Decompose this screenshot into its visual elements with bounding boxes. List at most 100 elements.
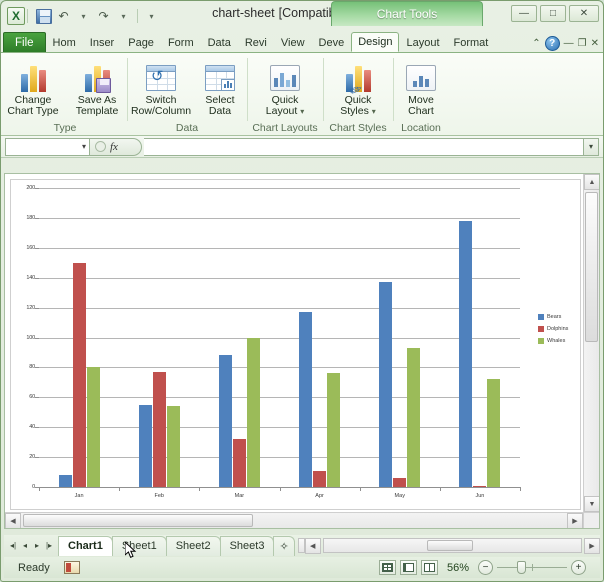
restore-doc-icon[interactable]: ❐	[578, 38, 587, 49]
vertical-scrollbar[interactable]: ▲ ▼	[583, 174, 599, 512]
minimize-ribbon-icon[interactable]: ⌃	[532, 38, 540, 49]
maximize-button[interactable]: □	[540, 5, 566, 22]
tab-scroll-left-button[interactable]: ◀	[304, 537, 321, 554]
sheet-horizontal-scrollbar[interactable]	[322, 538, 582, 553]
sheet-hscroll-thumb[interactable]	[426, 540, 473, 551]
prev-sheet-icon[interactable]: ◂	[20, 541, 30, 550]
tab-data[interactable]: Data	[201, 33, 238, 52]
zoom-in-button[interactable]: +	[571, 560, 586, 575]
sheet-tab-sheet3[interactable]: Sheet3	[219, 535, 275, 556]
bar-bears-jun[interactable]	[459, 220, 473, 487]
first-sheet-icon[interactable]: ◂|	[8, 541, 18, 550]
chart-legend[interactable]: Bears Dolphins Whales	[538, 313, 568, 350]
close-doc-icon[interactable]: ✕	[591, 38, 599, 49]
undo-dropdown-icon[interactable]: ▾	[75, 8, 92, 25]
bar-dolphins-mar[interactable]	[232, 439, 246, 487]
customize-qat-icon[interactable]: ▾	[143, 8, 160, 25]
zoom-thumb[interactable]	[516, 561, 526, 574]
bar-whales-apr[interactable]	[327, 373, 341, 487]
bar-whales-feb[interactable]	[166, 406, 180, 487]
tab-file[interactable]: File	[3, 32, 46, 52]
help-icon[interactable]: ?	[544, 36, 560, 51]
sheet-tab-sheet2[interactable]: Sheet2	[165, 535, 221, 556]
bar-dolphins-feb[interactable]	[152, 371, 166, 487]
restore-down-doc-icon[interactable]: —	[564, 38, 574, 49]
legend-entry[interactable]: Dolphins	[538, 325, 568, 332]
bar-whales-may[interactable]	[407, 347, 421, 487]
insert-worksheet-icon[interactable]: ✧	[273, 535, 295, 556]
tab-design[interactable]: Design	[351, 32, 400, 52]
tab-home[interactable]: Hom	[46, 33, 83, 52]
bar-group[interactable]	[138, 371, 180, 487]
bar-bears-may[interactable]	[379, 282, 393, 487]
bar-dolphins-may[interactable]	[393, 478, 407, 487]
scroll-up-button[interactable]: ▲	[584, 174, 599, 190]
save-icon[interactable]	[36, 8, 52, 24]
next-sheet-icon[interactable]: ▸	[32, 541, 42, 550]
bar-whales-jun[interactable]	[487, 379, 501, 487]
chart-object[interactable]: 0 20 40 60 80 100 120 140 160 180 200 Jan Feb Mar Apr…	[10, 179, 581, 510]
zoom-out-button[interactable]: −	[478, 560, 493, 575]
insert-function-button[interactable]: fx	[90, 137, 142, 156]
tab-page-layout[interactable]: Page	[121, 33, 161, 52]
name-box[interactable]: ▾	[5, 137, 90, 156]
move-chart-button[interactable]: Move Chart	[397, 58, 445, 120]
bar-whales-mar[interactable]	[246, 337, 260, 487]
redo-icon[interactable]: ↷	[95, 8, 112, 25]
bar-group[interactable]	[218, 337, 260, 487]
scroll-right-button[interactable]: ▶	[567, 513, 583, 528]
tab-formulas[interactable]: Form	[161, 33, 201, 52]
expand-formula-bar-icon[interactable]: ▾	[584, 137, 599, 156]
quick-styles-caret-icon[interactable]: ▾	[372, 107, 376, 116]
record-macro-icon[interactable]	[63, 561, 80, 574]
last-sheet-icon[interactable]: |▸	[44, 541, 54, 550]
bar-group[interactable]	[58, 262, 100, 487]
tab-review[interactable]: Revi	[238, 33, 274, 52]
name-box-dropdown-icon[interactable]: ▾	[82, 142, 86, 151]
save-as-template-button[interactable]: Save As Template	[66, 58, 128, 120]
quick-layout-caret-icon[interactable]: ▾	[300, 107, 304, 116]
bar-dolphins-jan[interactable]	[72, 262, 86, 487]
tab-developer[interactable]: Deve	[312, 33, 352, 52]
normal-view-icon[interactable]	[378, 560, 396, 575]
undo-icon[interactable]: ↶	[55, 8, 72, 25]
bar-bears-feb[interactable]	[138, 404, 152, 487]
tab-scroll-right-button[interactable]: ▶	[584, 537, 600, 554]
bar-group[interactable]	[459, 220, 501, 487]
tab-format[interactable]: Format	[447, 33, 496, 52]
tab-split-handle[interactable]	[297, 538, 305, 553]
sheet-tab-chart1[interactable]: Chart1	[58, 535, 113, 556]
bar-bears-apr[interactable]	[299, 312, 313, 487]
sheet-tab-sheet1[interactable]: Sheet1	[111, 535, 167, 556]
close-button[interactable]: ✕	[569, 5, 599, 22]
minimize-button[interactable]: —	[511, 5, 537, 22]
bar-dolphins-jun[interactable]	[473, 485, 487, 487]
horizontal-scrollbar[interactable]: ◀ ▶	[5, 512, 583, 528]
scroll-down-button[interactable]: ▼	[584, 496, 599, 512]
vertical-scroll-thumb[interactable]	[585, 192, 598, 342]
zoom-slider[interactable]: − +	[478, 560, 586, 575]
tab-insert[interactable]: Inser	[83, 33, 121, 52]
bar-group[interactable]	[299, 312, 341, 487]
zoom-track[interactable]	[497, 561, 567, 574]
bar-group[interactable]	[379, 282, 421, 487]
horizontal-scroll-thumb[interactable]	[23, 514, 253, 527]
bar-bears-mar[interactable]	[218, 355, 232, 487]
change-chart-type-button[interactable]: Change Chart Type	[2, 58, 64, 120]
plot-area[interactable]: 0 20 40 60 80 100 120 140 160 180 200 Jan Feb Mar Apr…	[11, 180, 580, 509]
tab-layout[interactable]: Layout	[399, 33, 446, 52]
page-layout-view-icon[interactable]	[399, 560, 417, 575]
bar-whales-jan[interactable]	[86, 367, 100, 487]
quick-styles-button[interactable]: ✏ Quick Styles ▾	[327, 58, 389, 120]
legend-entry[interactable]: Whales	[538, 337, 568, 344]
switch-row-column-button[interactable]: ↺ Switch Row/Column	[129, 58, 193, 120]
redo-dropdown-icon[interactable]: ▾	[115, 8, 132, 25]
bar-dolphins-apr[interactable]	[313, 470, 327, 487]
quick-layout-button[interactable]: Quick Layout ▾	[254, 58, 316, 120]
scroll-left-button[interactable]: ◀	[5, 513, 21, 528]
page-break-preview-icon[interactable]	[420, 560, 438, 575]
bar-bears-jan[interactable]	[58, 475, 72, 487]
select-data-button[interactable]: Select Data	[195, 58, 245, 120]
legend-entry[interactable]: Bears	[538, 313, 568, 320]
tab-view[interactable]: View	[274, 33, 312, 52]
